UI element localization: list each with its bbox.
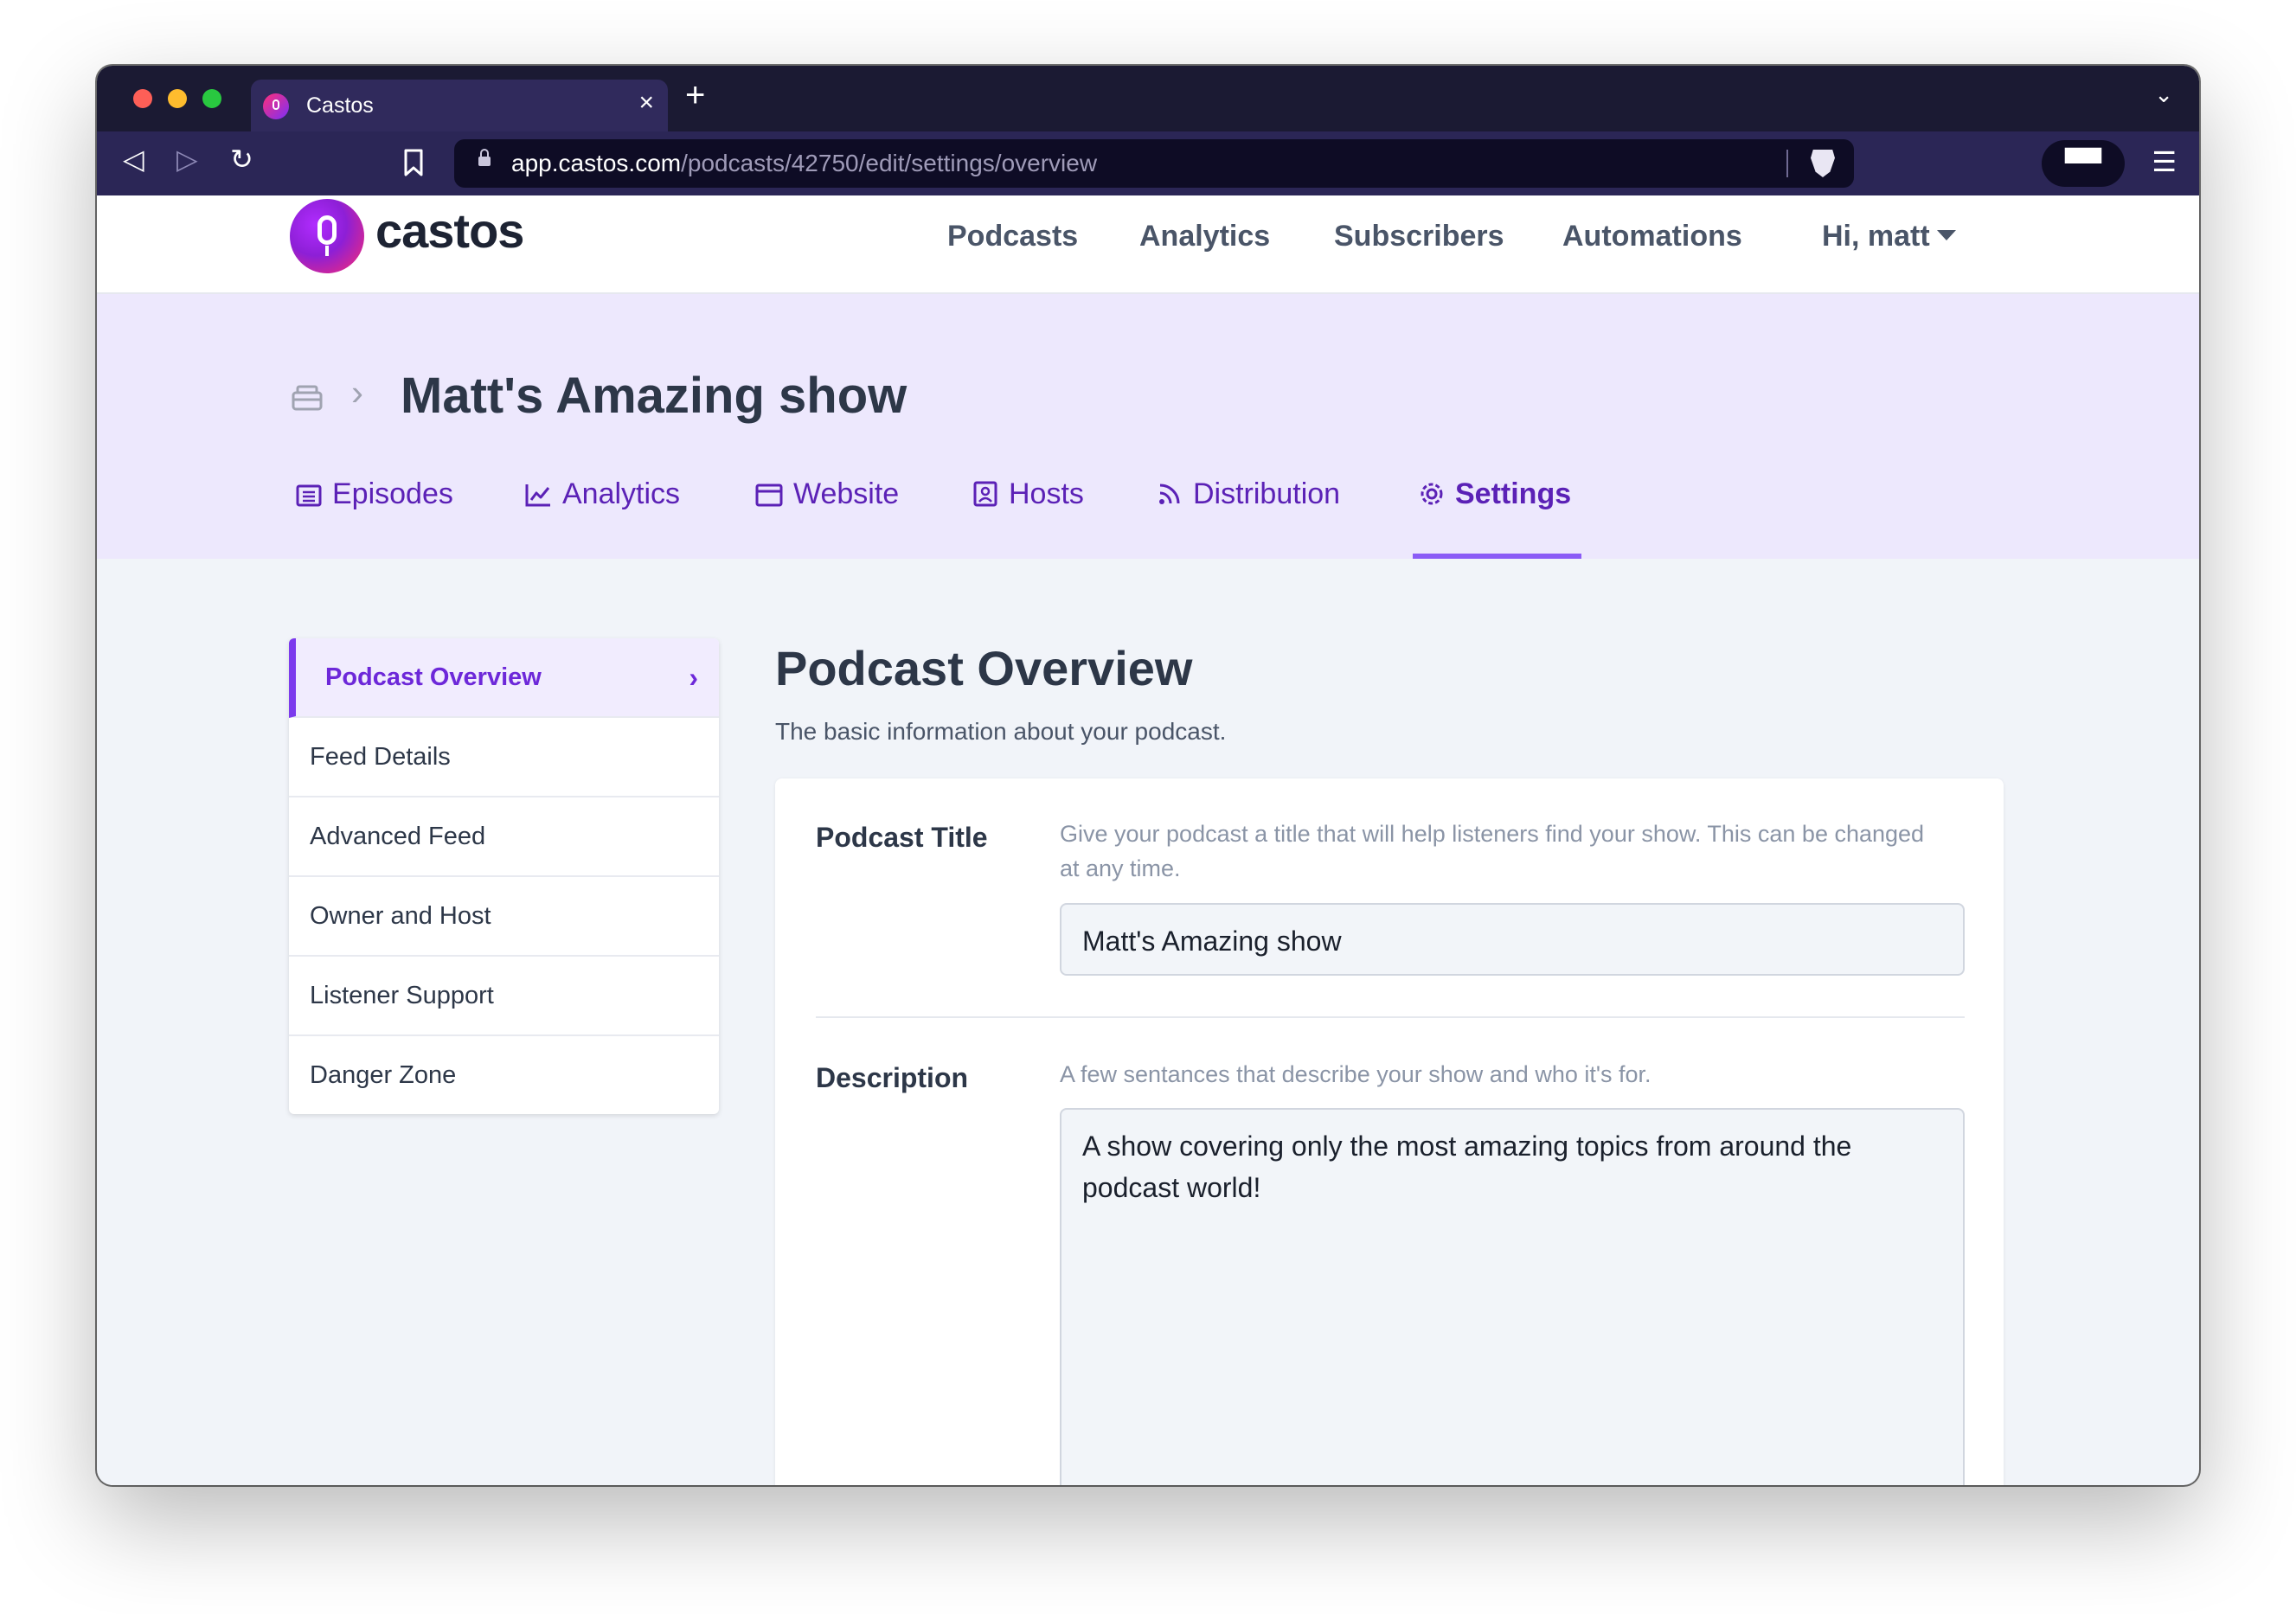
nav-automations[interactable]: Automations	[1562, 220, 1742, 253]
browser-window-icon	[755, 484, 783, 507]
address-bar-divider	[1786, 150, 1788, 177]
tab-title: Castos	[306, 93, 374, 118]
tab-episodes-label: Episodes	[332, 477, 453, 510]
description-label: Description	[816, 1062, 969, 1093]
sidebar-item-advanced-feed[interactable]: Advanced Feed	[289, 797, 719, 877]
podcast-title-input[interactable]: Matt's Amazing show	[1060, 903, 1965, 976]
caret-down-icon	[1936, 230, 1956, 240]
breadcrumb-chevron-icon: ›	[351, 372, 363, 413]
sidebar-item-owner-and-host[interactable]: Owner and Host	[289, 877, 719, 957]
brave-shields-icon[interactable]	[1811, 150, 1835, 177]
chart-line-icon	[525, 484, 550, 507]
overview-form-card: Podcast Title Give your podcast a title …	[775, 778, 2004, 1485]
user-card-icon	[973, 481, 997, 507]
address-bar[interactable]: app.castos.com/podcasts/42750/edit/setti…	[454, 139, 1854, 188]
nav-podcasts[interactable]: Podcasts	[947, 220, 1078, 253]
nav-subscribers[interactable]: Subscribers	[1334, 220, 1504, 253]
tab-analytics[interactable]: Analytics	[524, 477, 680, 511]
tab-website[interactable]: Website	[755, 477, 899, 511]
lock-icon	[478, 149, 491, 166]
show-header: › Matt's Amazing show Episodes Analytics…	[97, 294, 2199, 559]
sidebar-item-label: Podcast Overview	[325, 663, 542, 691]
tab-settings-label: Settings	[1455, 477, 1572, 510]
tab-hosts[interactable]: Hosts	[972, 477, 1084, 511]
back-icon[interactable]: ◁	[123, 145, 144, 173]
tab-distribution[interactable]: Distribution	[1157, 477, 1340, 511]
podcast-title-label: Podcast Title	[816, 822, 988, 853]
bookmark-icon[interactable]	[403, 149, 424, 176]
user-menu-label: Hi, matt	[1822, 220, 1930, 253]
tab-list-chevron-icon[interactable]: ⌄	[2154, 81, 2173, 108]
active-tab-indicator	[1413, 554, 1581, 559]
sidebar-item-feed-details[interactable]: Feed Details	[289, 718, 719, 797]
castos-favicon-icon	[263, 93, 289, 119]
settings-sidebar: Podcast Overview › Feed Details Advanced…	[289, 638, 719, 1114]
browser-tab-strip: Castos × + ⌄	[97, 66, 2199, 131]
forward-icon[interactable]: ▷	[176, 145, 198, 173]
private-glasses-icon[interactable]: ▀▀	[2042, 140, 2125, 187]
sidebar-item-podcast-overview[interactable]: Podcast Overview ›	[289, 638, 719, 718]
field-divider	[816, 1016, 1965, 1018]
logo-text[interactable]: castos	[375, 202, 524, 259]
reload-icon[interactable]: ↻	[230, 145, 253, 173]
description-help: A few sentances that describe your show …	[1060, 1061, 1651, 1087]
tab-distribution-label: Distribution	[1193, 477, 1341, 510]
tab-settings[interactable]: Settings	[1419, 477, 1571, 511]
tab-website-label: Website	[793, 477, 900, 510]
close-window-button[interactable]	[133, 89, 152, 108]
sidebar-item-danger-zone[interactable]: Danger Zone	[289, 1036, 719, 1114]
new-tab-button[interactable]: +	[685, 78, 705, 112]
minimize-window-button[interactable]	[168, 89, 187, 108]
list-icon	[296, 484, 322, 507]
castos-logo-icon[interactable]	[290, 199, 364, 273]
podcast-title-help: Give your podcast a title that will help…	[1060, 821, 1925, 881]
tab-close-icon[interactable]: ×	[638, 88, 654, 118]
browser-menu-icon[interactable]: ☰	[2152, 145, 2177, 178]
rss-icon	[1159, 484, 1180, 504]
page-title: Podcast Overview	[775, 641, 1193, 695]
browser-toolbar: ◁ ▷ ↻ app.castos.com/podcasts/42750/edit…	[97, 131, 2199, 195]
url-text: app.castos.com/podcasts/42750/edit/setti…	[511, 150, 1098, 176]
page-subtitle: The basic information about your podcast…	[775, 718, 1227, 745]
maximize-window-button[interactable]	[202, 89, 221, 108]
tab-hosts-label: Hosts	[1009, 477, 1084, 510]
home-icon[interactable]	[291, 379, 324, 412]
browser-window: Castos × + ⌄ ◁ ▷ ↻ app.castos.com/podcas…	[97, 66, 2199, 1485]
description-textarea[interactable]: A show covering only the most amazing to…	[1060, 1108, 1965, 1485]
sidebar-item-listener-support[interactable]: Listener Support	[289, 957, 719, 1036]
nav-analytics[interactable]: Analytics	[1139, 220, 1270, 253]
browser-tab[interactable]: Castos ×	[251, 80, 668, 131]
tab-analytics-label: Analytics	[562, 477, 681, 510]
chevron-right-icon: ›	[689, 662, 698, 693]
app-header: castos Podcasts Analytics Subscribers Au…	[97, 195, 2199, 294]
tab-episodes[interactable]: Episodes	[296, 477, 453, 511]
show-title: Matt's Amazing show	[401, 368, 907, 424]
user-menu[interactable]: Hi, matt	[1822, 220, 1956, 253]
gear-icon	[1421, 483, 1443, 505]
